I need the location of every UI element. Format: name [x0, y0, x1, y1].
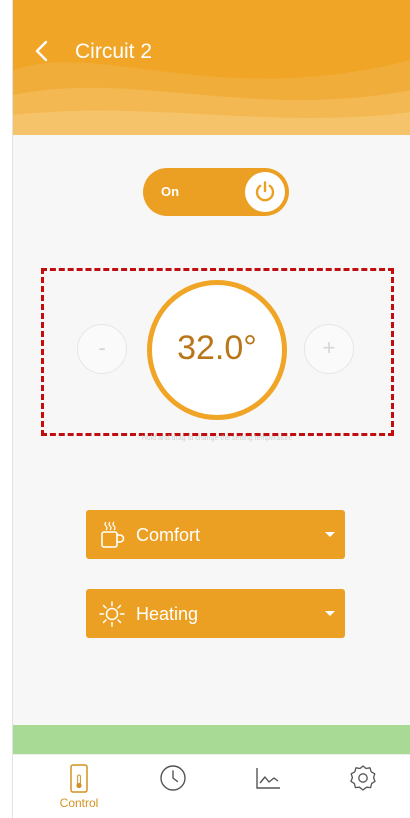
- nav-label-control: Control: [59, 796, 99, 810]
- chevron-down-icon: [325, 611, 335, 616]
- function-dropdown-label: Heating: [136, 604, 199, 624]
- nav-item-settings[interactable]: [322, 759, 402, 815]
- chevron-left-icon: [35, 40, 48, 62]
- temperature-value: 32.0°: [177, 329, 257, 367]
- clock-icon: [160, 765, 186, 791]
- thermostat-device-icon: [70, 764, 88, 793]
- temperature-dial[interactable]: 32.0°: [147, 280, 287, 420]
- status-bar: [13, 725, 410, 754]
- nav-item-control[interactable]: Control: [39, 759, 119, 815]
- gear-icon: [350, 765, 376, 791]
- power-toggle-label: On: [161, 184, 180, 199]
- page-title: Circuit 2: [75, 40, 153, 63]
- increase-temperature-button[interactable]: +: [304, 324, 354, 374]
- temperature-hint: Hold and drag to change the setting temp…: [141, 435, 293, 442]
- app-header: Circuit 2: [13, 0, 410, 135]
- bottom-nav: Control: [13, 754, 410, 818]
- power-toggle-knob: [245, 172, 285, 212]
- header-waves: [13, 60, 410, 135]
- mode-dropdown[interactable]: Comfort: [86, 510, 345, 559]
- app-screen: Circuit 2 On - 32.0° + Hold and drag to …: [12, 0, 410, 818]
- nav-item-statistics[interactable]: [227, 759, 307, 815]
- function-dropdown[interactable]: Heating: [86, 589, 345, 638]
- nav-item-schedule[interactable]: [133, 759, 213, 815]
- chart-icon: [256, 768, 280, 789]
- mode-dropdown-label: Comfort: [136, 525, 201, 545]
- chevron-down-icon: [325, 532, 335, 537]
- sun-icon: [99, 601, 125, 627]
- power-icon: [255, 181, 275, 202]
- back-button[interactable]: [27, 36, 57, 66]
- decrease-temperature-button[interactable]: -: [77, 324, 127, 374]
- power-toggle[interactable]: On: [143, 168, 289, 216]
- hot-cup-icon: [101, 521, 125, 548]
